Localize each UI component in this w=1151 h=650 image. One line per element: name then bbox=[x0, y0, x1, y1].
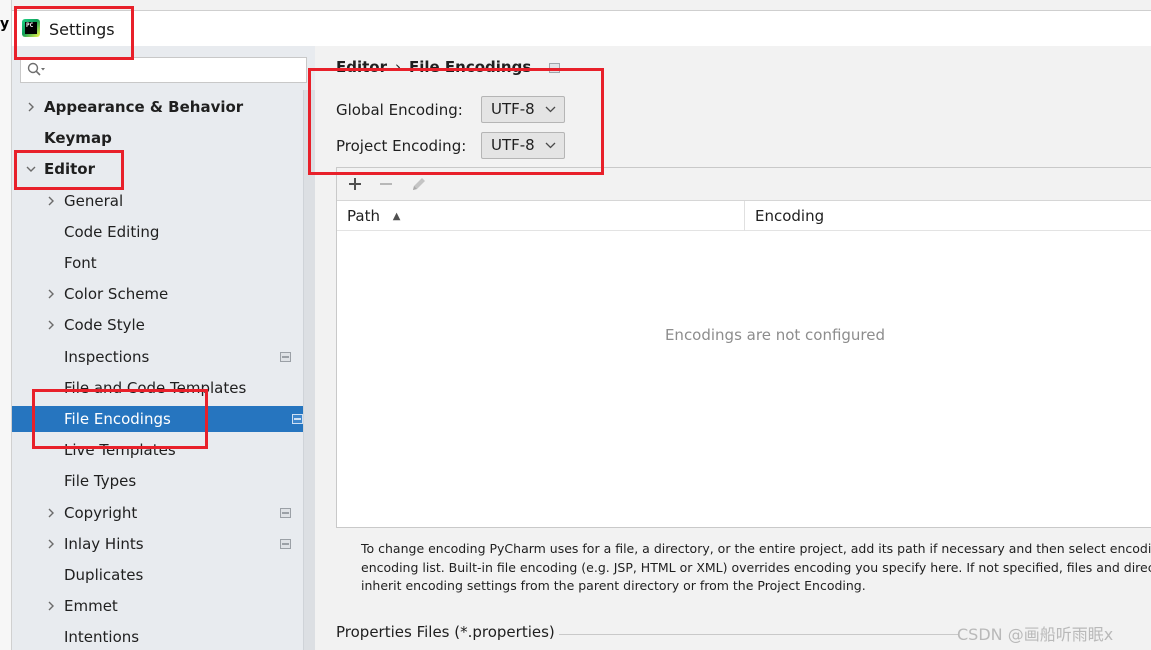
project-scope-icon bbox=[549, 62, 561, 73]
sidebar-item-font[interactable]: Font bbox=[12, 250, 303, 276]
chevron-down-icon[interactable] bbox=[25, 163, 37, 175]
project-scope-icon bbox=[280, 508, 291, 518]
help-text-line: encoding list. Built-in file encoding (e… bbox=[361, 559, 1151, 575]
sidebar-item-code-editing[interactable]: Code Editing bbox=[12, 219, 303, 245]
project-encoding-dropdown[interactable]: UTF-8 bbox=[481, 132, 565, 159]
global-encoding-dropdown[interactable]: UTF-8 bbox=[481, 96, 565, 123]
chevron-right-icon[interactable] bbox=[45, 507, 57, 519]
settings-search-input[interactable] bbox=[20, 57, 307, 83]
project-encoding-value: UTF-8 bbox=[491, 136, 535, 154]
sidebar-item-label: Copyright bbox=[64, 504, 138, 522]
properties-files-section-title: Properties Files (*.properties) bbox=[336, 623, 555, 641]
column-header-path[interactable]: Path ▲ bbox=[347, 201, 400, 231]
sort-ascending-icon: ▲ bbox=[392, 211, 401, 222]
sidebar-item-label: File Encodings bbox=[64, 410, 171, 428]
sidebar-item-label: Appearance & Behavior bbox=[44, 98, 244, 116]
sidebar-item-duplicates[interactable]: Duplicates bbox=[12, 562, 303, 588]
sidebar-item-general[interactable]: General bbox=[12, 188, 303, 214]
sidebar-item-inlay-hints[interactable]: Inlay Hints bbox=[12, 531, 303, 557]
sidebar-item-label: Code Editing bbox=[64, 223, 160, 241]
sidebar-item-label: Color Scheme bbox=[64, 285, 169, 303]
sidebar-item-label: Inspections bbox=[64, 348, 150, 366]
sidebar-item-live-templates[interactable]: Live Templates bbox=[12, 437, 303, 463]
table-toolbar bbox=[337, 168, 1151, 201]
project-scope-icon bbox=[292, 414, 303, 424]
sidebar-item-label: File Types bbox=[64, 472, 137, 490]
window-title: Settings bbox=[49, 20, 115, 39]
help-text: To change encoding PyCharm uses for a fi… bbox=[361, 540, 1151, 596]
sidebar-item-label: General bbox=[64, 192, 124, 210]
table-header: Path ▲ Encoding bbox=[337, 201, 1151, 231]
sidebar-item-label: File and Code Templates bbox=[64, 379, 247, 397]
global-encoding-label: Global Encoding: bbox=[336, 101, 463, 119]
sidebar-item-file-types[interactable]: File Types bbox=[12, 468, 303, 494]
breadcrumb-parent[interactable]: Editor bbox=[336, 58, 387, 76]
chevron-right-icon[interactable] bbox=[45, 319, 57, 331]
background-glyph: y bbox=[0, 16, 10, 32]
sidebar-item-editor[interactable]: Editor bbox=[12, 156, 303, 182]
file-encodings-table-panel: Path ▲ Encoding Encodings are not config… bbox=[336, 167, 1151, 528]
empty-table-message: Encodings are not configured bbox=[664, 326, 886, 344]
sidebar-item-appearance-behavior[interactable]: Appearance & Behavior bbox=[12, 94, 303, 120]
sidebar-item-label: Emmet bbox=[64, 597, 118, 615]
sidebar-item-file-and-code-templates[interactable]: File and Code Templates bbox=[12, 375, 303, 401]
breadcrumb-current: File Encodings bbox=[409, 58, 532, 76]
column-header-path-label: Path bbox=[347, 207, 380, 225]
chevron-right-icon[interactable] bbox=[45, 600, 57, 612]
settings-sidebar: Appearance & Behavior Keymap Editor General… bbox=[12, 46, 315, 650]
sidebar-item-label: Font bbox=[64, 254, 97, 272]
chevron-right-icon[interactable] bbox=[25, 101, 37, 113]
sidebar-item-label: Code Style bbox=[64, 316, 145, 334]
project-scope-icon bbox=[280, 539, 291, 549]
help-text-line: inherit encoding settings from the paren… bbox=[361, 578, 866, 593]
sidebar-item-color-scheme[interactable]: Color Scheme bbox=[12, 281, 303, 307]
sidebar-item-keymap[interactable]: Keymap bbox=[12, 125, 303, 151]
settings-content: Editor › File Encodings Global Encoding: U… bbox=[315, 46, 1151, 650]
section-divider bbox=[559, 634, 959, 635]
sidebar-item-code-style[interactable]: Code Style bbox=[12, 312, 303, 338]
chevron-right-icon[interactable] bbox=[45, 288, 57, 300]
global-encoding-value: UTF-8 bbox=[491, 100, 535, 118]
sidebar-item-inspections[interactable]: Inspections bbox=[12, 344, 303, 370]
sidebar-item-label: Editor bbox=[44, 160, 95, 178]
chevron-right-icon[interactable] bbox=[45, 538, 57, 550]
sidebar-item-label: Keymap bbox=[44, 129, 112, 147]
sidebar-item-label: Live Templates bbox=[64, 441, 176, 459]
add-icon[interactable] bbox=[345, 174, 365, 194]
title-bar: PC Settings bbox=[12, 10, 1151, 46]
project-encoding-label: Project Encoding: bbox=[336, 137, 467, 155]
help-text-line: To change encoding PyCharm uses for a fi… bbox=[361, 541, 1151, 556]
sidebar-scrollbar[interactable] bbox=[303, 90, 315, 650]
sidebar-item-label: Duplicates bbox=[64, 566, 144, 584]
background-window-strip: y bbox=[0, 0, 12, 650]
sidebar-item-copyright[interactable]: Copyright bbox=[12, 500, 303, 526]
remove-icon[interactable] bbox=[376, 174, 396, 194]
sidebar-item-emmet[interactable]: Emmet bbox=[12, 593, 303, 619]
watermark: CSDN @画船听雨眠x bbox=[957, 625, 1114, 644]
column-header-encoding[interactable]: Encoding bbox=[755, 201, 824, 231]
project-scope-icon bbox=[280, 352, 291, 362]
sidebar-item-label: Inlay Hints bbox=[64, 535, 144, 553]
search-icon bbox=[27, 62, 45, 76]
pycharm-app-icon: PC bbox=[22, 19, 40, 37]
chevron-right-icon[interactable] bbox=[45, 195, 57, 207]
breadcrumb-separator: › bbox=[395, 58, 401, 76]
screen: y PC Settings Appearance & Behavior Keyma… bbox=[0, 0, 1151, 650]
edit-icon[interactable] bbox=[409, 174, 429, 194]
chevron-down-icon bbox=[545, 106, 556, 113]
column-divider[interactable] bbox=[744, 201, 745, 231]
breadcrumb: Editor › File Encodings bbox=[336, 58, 561, 76]
sidebar-item-file-encodings[interactable]: File Encodings bbox=[12, 406, 315, 432]
chevron-down-icon bbox=[545, 142, 556, 149]
sidebar-item-label: Intentions bbox=[64, 628, 140, 646]
sidebar-item-intentions[interactable]: Intentions bbox=[12, 624, 303, 650]
